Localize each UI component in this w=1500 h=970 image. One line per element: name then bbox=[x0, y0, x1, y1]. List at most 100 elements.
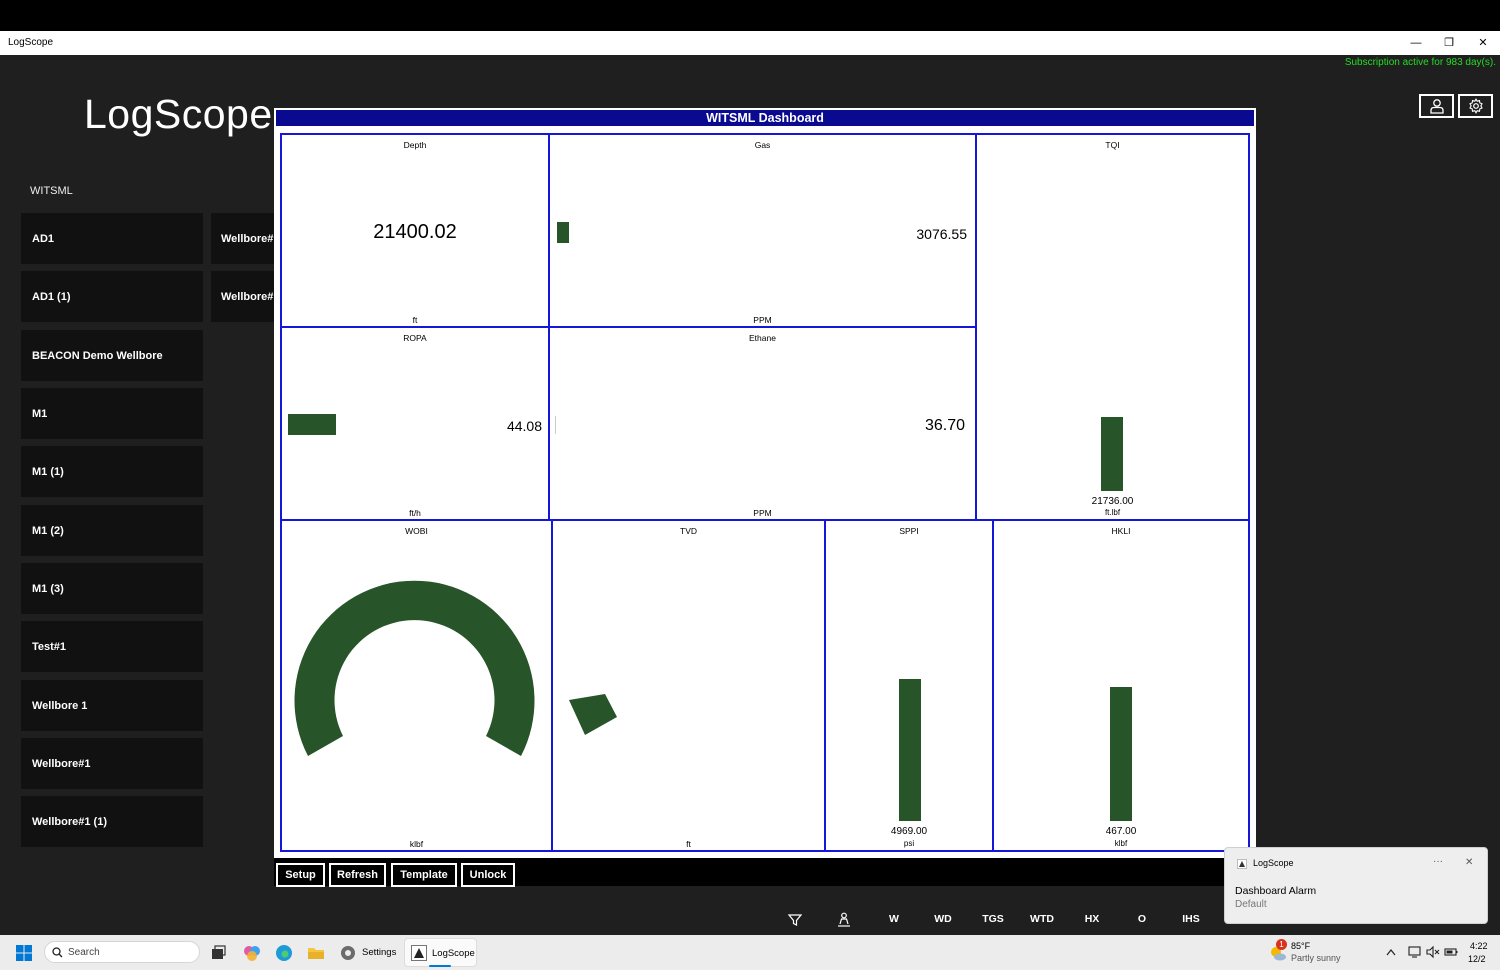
cmd-o[interactable]: O bbox=[1122, 913, 1162, 925]
clock-time[interactable]: 4:22 bbox=[1470, 941, 1488, 951]
cmd-w[interactable]: W bbox=[874, 913, 914, 925]
wobi-panel: WOBI klbf bbox=[280, 519, 553, 852]
task-view-icon[interactable] bbox=[208, 943, 228, 963]
panel-value: 44.08 bbox=[506, 418, 542, 434]
tqi-bar bbox=[1101, 417, 1123, 491]
taskbar: Search Settings LogScope 1 85°F Partly s… bbox=[0, 935, 1500, 970]
cmd-tgs[interactable]: TGS bbox=[973, 913, 1013, 925]
notification-toast[interactable]: LogScope ··· ✕ Dashboard Alarm Default bbox=[1224, 847, 1488, 924]
toast-title: Dashboard Alarm bbox=[1235, 885, 1317, 897]
well-item[interactable]: Wellbore#1 bbox=[21, 738, 203, 789]
clock-date[interactable]: 12/2 bbox=[1468, 954, 1486, 964]
copilot-icon[interactable] bbox=[242, 943, 262, 963]
panel-title: ROPA bbox=[403, 333, 427, 343]
well-item[interactable]: BEACON Demo Wellbore bbox=[21, 330, 203, 381]
gear-icon bbox=[1468, 98, 1483, 114]
weather-temp: 85°F bbox=[1291, 941, 1311, 951]
panel-unit: ft bbox=[412, 315, 418, 325]
toast-more-button[interactable]: ··· bbox=[1433, 856, 1443, 867]
setup-button[interactable]: Setup bbox=[276, 863, 325, 887]
panel-unit: PPM bbox=[753, 315, 772, 325]
logscope-taskbar-icon bbox=[411, 945, 427, 961]
gas-bar bbox=[557, 222, 569, 243]
panel-value: 21736.00 bbox=[1091, 496, 1134, 507]
panel-unit: ft.lbf bbox=[1104, 508, 1121, 517]
active-indicator bbox=[429, 965, 451, 967]
unlock-button[interactable]: Unlock bbox=[461, 863, 515, 887]
taskbar-settings-label[interactable]: Settings bbox=[362, 947, 396, 958]
panel-value: 4969.00 bbox=[890, 826, 928, 837]
sppi-panel: SPPI 4969.00 psi bbox=[824, 519, 994, 852]
cmd-ihs[interactable]: IHS bbox=[1171, 913, 1211, 925]
edge-icon[interactable] bbox=[274, 943, 294, 963]
panel-unit: psi bbox=[903, 839, 915, 848]
well-item[interactable]: M1 bbox=[21, 388, 203, 439]
well-item[interactable]: M1 (3) bbox=[21, 563, 203, 614]
cmd-wd[interactable]: WD bbox=[923, 913, 963, 925]
settings-button[interactable] bbox=[1458, 94, 1493, 118]
hkli-panel: HKLI 467.00 klbf bbox=[992, 519, 1250, 852]
taskbar-logscope-app[interactable]: LogScope bbox=[404, 938, 477, 967]
panel-unit: ft bbox=[686, 839, 691, 849]
logscope-app-icon bbox=[1237, 859, 1247, 869]
dashboard-title: WITSML Dashboard bbox=[276, 110, 1254, 126]
filter-icon[interactable] bbox=[788, 913, 802, 927]
cmd-wtd[interactable]: WTD bbox=[1022, 913, 1062, 925]
toast-close-button[interactable]: ✕ bbox=[1465, 857, 1473, 868]
network-icon[interactable] bbox=[1408, 945, 1422, 959]
taskbar-logscope-label: LogScope bbox=[432, 948, 475, 959]
ropa-panel: ROPA 44.08 ft/h bbox=[280, 326, 550, 521]
panel-unit: PPM bbox=[753, 508, 772, 518]
windows-start-icon[interactable] bbox=[14, 943, 34, 963]
ethane-panel: Ethane 36.70 PPM bbox=[548, 326, 977, 521]
wellbore-item[interactable]: Wellbore#1 bbox=[211, 213, 275, 264]
person-pin-icon[interactable] bbox=[837, 912, 851, 927]
search-placeholder: Search bbox=[68, 947, 100, 958]
panel-unit: klbf bbox=[409, 839, 424, 849]
refresh-button[interactable]: Refresh bbox=[329, 863, 386, 887]
user-button[interactable] bbox=[1419, 94, 1454, 118]
hkli-bar bbox=[1110, 687, 1132, 821]
cmd-hx[interactable]: HX bbox=[1072, 913, 1112, 925]
well-item[interactable]: Wellbore#1 (1) bbox=[21, 796, 203, 847]
witsml-section-label: WITSML bbox=[30, 185, 73, 197]
ropa-bar bbox=[288, 414, 336, 435]
weather-badge: 1 bbox=[1276, 939, 1287, 950]
well-item[interactable]: M1 (2) bbox=[21, 505, 203, 556]
panel-title: TQI bbox=[1105, 140, 1120, 150]
panel-title: Gas bbox=[754, 140, 771, 150]
app-area: Subscription active for 983 day(s). LogS… bbox=[0, 55, 1500, 935]
close-button[interactable]: ✕ bbox=[1475, 35, 1491, 51]
sppi-bar bbox=[899, 679, 921, 821]
window-title: LogScope bbox=[8, 37, 54, 48]
tqi-panel: TQI 21736.00 ft.lbf bbox=[975, 133, 1250, 521]
well-item[interactable]: AD1 bbox=[21, 213, 203, 264]
volume-muted-icon[interactable] bbox=[1426, 945, 1440, 959]
minimize-button[interactable]: — bbox=[1408, 35, 1424, 51]
search-icon bbox=[52, 947, 63, 958]
panel-unit: ft/h bbox=[409, 508, 421, 518]
file-explorer-icon[interactable] bbox=[306, 943, 326, 963]
tvd-panel: TVD ft bbox=[551, 519, 826, 852]
ethane-bar bbox=[555, 416, 556, 434]
panel-title: Depth bbox=[403, 140, 427, 150]
gas-panel: Gas 3076.55 PPM bbox=[548, 133, 977, 328]
restore-button[interactable]: ❐ bbox=[1441, 35, 1457, 51]
panel-value: 3076.55 bbox=[916, 226, 967, 242]
well-item[interactable]: Test#1 bbox=[21, 621, 203, 672]
well-item[interactable]: AD1 (1) bbox=[21, 271, 203, 322]
well-item[interactable]: Wellbore 1 bbox=[21, 680, 203, 731]
chevron-up-icon[interactable] bbox=[1386, 948, 1396, 956]
template-button[interactable]: Template bbox=[391, 863, 457, 887]
settings-gear-icon[interactable] bbox=[338, 943, 358, 963]
taskbar-search[interactable]: Search bbox=[44, 941, 200, 963]
wobi-gauge bbox=[294, 580, 535, 756]
panel-title: HKLI bbox=[1111, 526, 1131, 536]
well-item[interactable]: M1 (1) bbox=[21, 446, 203, 497]
panel-value: 467.00 bbox=[1105, 826, 1137, 837]
panel-title: SPPI bbox=[899, 526, 919, 536]
panel-title: WOBI bbox=[405, 526, 428, 536]
panel-title: Ethane bbox=[749, 333, 776, 343]
battery-icon[interactable] bbox=[1444, 945, 1458, 959]
wellbore-item[interactable]: Wellbore#1 bbox=[211, 271, 275, 322]
